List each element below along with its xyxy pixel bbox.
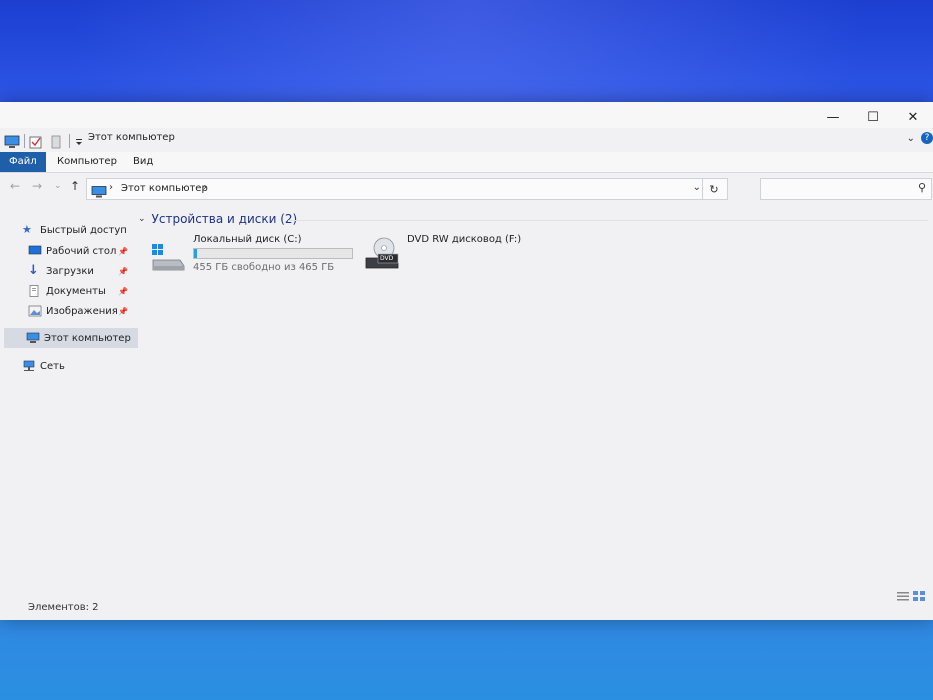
breadcrumb-this-pc[interactable]: Этот компьютер: [121, 183, 208, 194]
view-switcher: [897, 586, 925, 601]
drive-usage-bar: [193, 248, 353, 259]
computer-icon: [26, 332, 40, 344]
status-bar-count: Элементов: 2: [28, 602, 99, 613]
nav-item-this-pc[interactable]: Этот компьютер: [4, 328, 138, 348]
maximize-button[interactable]: ☐: [853, 106, 893, 128]
ribbon-help-area: ⌄ ?: [907, 132, 933, 144]
drive-dvd-f[interactable]: DVD DVD RW дисковод (F:): [364, 234, 544, 274]
large-icons-view-icon[interactable]: [913, 586, 925, 601]
forward-arrow-icon[interactable]: →: [32, 179, 42, 193]
computer-icon: [91, 183, 107, 202]
toolbar-separator: [69, 134, 70, 148]
nav-item-label: Рабочий стол: [46, 245, 117, 257]
nav-item-label: Быстрый доступ: [40, 224, 127, 236]
drive-name: DVD RW дисковод (F:): [407, 234, 522, 245]
minimize-button[interactable]: —: [813, 106, 853, 128]
title-bar: [0, 102, 933, 128]
new-folder-icon[interactable]: [49, 134, 65, 149]
nav-item-label: Изображения: [46, 305, 118, 317]
address-row: ← → ⌄ ↑ › Этот компьютер › ⌄ ↻ ⚲: [0, 175, 933, 201]
drive-usage-fill: [194, 249, 198, 258]
group-header-devices[interactable]: ⌄ Устройства и диски (2): [138, 212, 297, 226]
group-divider: [288, 220, 928, 221]
dvd-icon-label: DVD: [380, 255, 394, 262]
breadcrumb-separator: ›: [109, 182, 113, 193]
quick-access-toolbar: [4, 132, 84, 150]
search-input[interactable]: [765, 181, 909, 197]
pin-icon[interactable]: 📌: [118, 247, 128, 256]
breadcrumb-separator[interactable]: ›: [203, 182, 207, 193]
drive-free-space: 455 ГБ свободно из 465 ГБ: [193, 262, 335, 273]
nav-item-label: Этот компьютер: [44, 332, 131, 344]
expand-ribbon-chevron-icon[interactable]: ⌄: [907, 133, 915, 144]
star-icon: ★: [22, 223, 32, 236]
tab-computer[interactable]: Компьютер: [48, 152, 126, 172]
computer-icon: [4, 134, 20, 148]
content-area: ⌄ Устройства и диски (2) Локальный диск …: [138, 210, 933, 590]
dvd-drive-icon: DVD: [364, 236, 400, 276]
address-bar[interactable]: › Этот компьютер › ⌄ ↻: [86, 178, 728, 200]
toolbar-separator: [24, 134, 25, 148]
help-icon[interactable]: ?: [921, 132, 933, 144]
nav-item-desktop[interactable]: Рабочий стол 📌: [0, 241, 136, 261]
pictures-icon: [28, 305, 42, 317]
documents-icon: [28, 285, 42, 297]
address-dropdown-icon[interactable]: ⌄: [693, 182, 701, 193]
details-view-icon[interactable]: [897, 586, 909, 601]
navigation-pane: ★ Быстрый доступ Рабочий стол 📌 ↓ Загруз…: [0, 214, 138, 594]
close-button[interactable]: ✕: [893, 106, 933, 128]
desktop-icon: [28, 245, 42, 257]
drive-local-c[interactable]: Локальный диск (C:) 455 ГБ свободно из 4…: [150, 234, 370, 278]
group-title: Устройства и диски (2): [151, 212, 298, 226]
nav-item-label: Документы: [46, 285, 106, 297]
window-controls: — ☐ ✕: [813, 106, 933, 128]
download-arrow-icon: ↓: [28, 263, 39, 278]
pin-icon[interactable]: 📌: [118, 307, 128, 316]
nav-quick-access[interactable]: ★ Быстрый доступ: [0, 220, 136, 240]
nav-item-pictures[interactable]: Изображения 📌: [0, 301, 136, 321]
drive-name: Локальный диск (C:): [193, 234, 302, 245]
recent-locations-chevron-icon[interactable]: ⌄: [54, 181, 62, 191]
pin-icon[interactable]: 📌: [118, 287, 128, 296]
refresh-icon[interactable]: ↻: [702, 179, 725, 199]
up-arrow-icon[interactable]: ↑: [70, 179, 80, 193]
customize-toolbar-icon[interactable]: [74, 134, 84, 148]
pin-icon[interactable]: 📌: [118, 267, 128, 276]
search-box[interactable]: ⚲: [760, 178, 932, 200]
nav-item-documents[interactable]: Документы 📌: [0, 281, 136, 301]
nav-item-label: Сеть: [40, 360, 65, 372]
tab-view[interactable]: Вид: [124, 152, 162, 172]
window-title: Этот компьютер: [88, 132, 175, 143]
network-icon: [22, 360, 36, 372]
hard-drive-icon: [150, 240, 186, 276]
ribbon-tabs: Файл Компьютер Вид: [0, 152, 933, 173]
back-arrow-icon[interactable]: ←: [10, 179, 20, 193]
properties-icon[interactable]: [29, 134, 45, 149]
nav-item-label: Загрузки: [46, 265, 94, 277]
search-icon[interactable]: ⚲: [918, 181, 926, 194]
nav-item-downloads[interactable]: ↓ Загрузки 📌: [0, 261, 136, 281]
collapse-chevron-icon[interactable]: ⌄: [138, 214, 146, 224]
tab-file[interactable]: Файл: [0, 152, 46, 172]
file-explorer-window: Этот компьютер — ☐ ✕ ⌄ ? Файл Компьютер …: [0, 102, 933, 620]
nav-item-network[interactable]: Сеть: [0, 356, 136, 376]
